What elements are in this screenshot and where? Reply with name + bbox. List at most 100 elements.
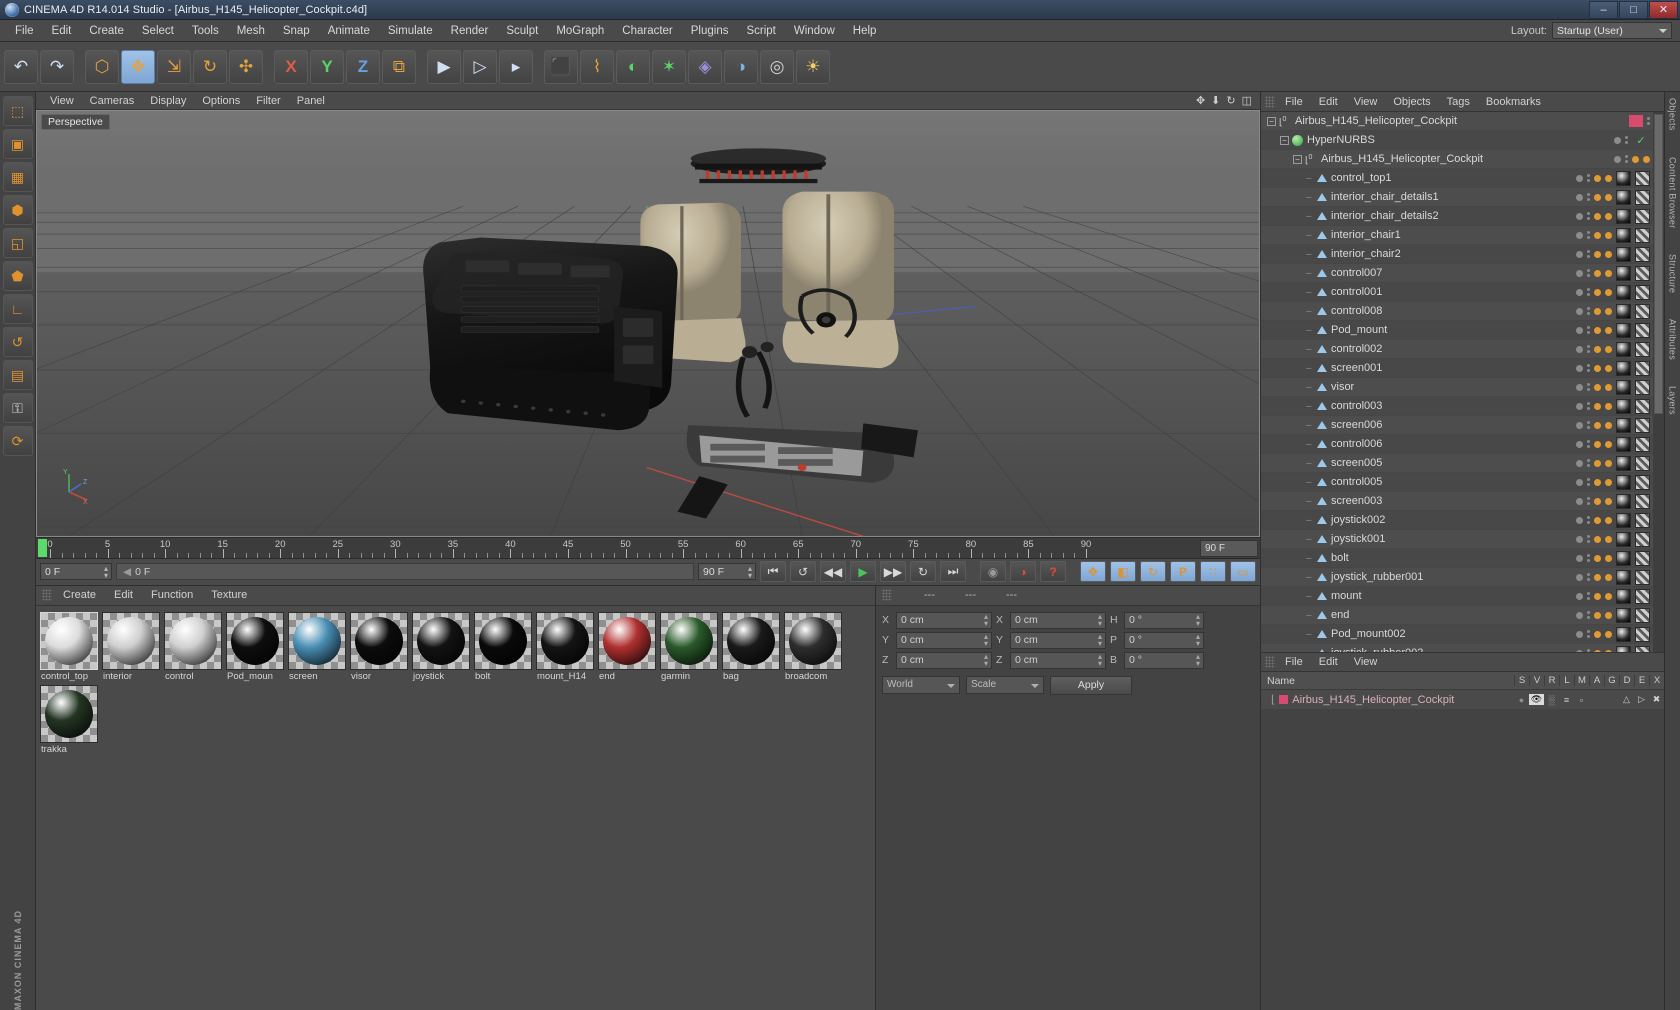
tag-bead-icon[interactable] [1594,383,1601,391]
tag-bead-icon[interactable] [1594,326,1601,334]
record-keyframe-button[interactable]: ◉ [980,561,1006,582]
object-row[interactable]: – control006 [1261,435,1664,454]
tag-bead-icon[interactable] [1605,288,1612,296]
material-preview-swatch[interactable] [288,611,346,670]
editor-render-dots-icon[interactable] [1587,497,1590,505]
column-header-x[interactable]: X [1649,675,1664,686]
autokey-button[interactable]: ◑ [1010,561,1036,582]
material-preview-swatch[interactable] [40,684,98,743]
tag-bead-icon[interactable] [1605,440,1612,448]
material-tag-icon[interactable] [1616,512,1631,528]
material-cell[interactable]: visor [350,611,410,683]
render-view-button[interactable]: ▶ [427,49,461,84]
tag-bead-icon[interactable] [1594,269,1601,277]
uvw-tag-icon[interactable] [1635,588,1650,604]
coord-system-dropdown[interactable]: World [882,675,960,694]
editor-render-dots-icon[interactable] [1587,573,1590,581]
add-environment-button[interactable]: ◑ [724,49,758,84]
add-light-button[interactable]: ☀ [796,49,830,84]
editor-render-dots-icon[interactable] [1587,421,1590,429]
add-camera-button[interactable]: ◎ [760,49,794,84]
coord-field-size-y[interactable]: 0 cm ▴ ▾ [1010,631,1106,649]
object-row[interactable]: – screen005 [1261,454,1664,473]
editor-render-dots-icon[interactable] [1587,554,1590,562]
editor-render-dots-icon[interactable] [1587,307,1590,315]
col-d-cell[interactable]: △ [1619,694,1634,705]
tag-bead-icon[interactable] [1594,174,1601,182]
tool-texture-mode[interactable]: ▦ [2,162,33,192]
material-preview-swatch[interactable] [412,611,470,670]
material-cell[interactable]: end [598,611,658,683]
material-tag-icon[interactable] [1616,398,1631,414]
panel-grip-icon[interactable] [882,589,892,601]
material-tag-icon[interactable] [1616,246,1631,262]
timeline-ruler[interactable]: 0 5 10 15 20 25 30 35 40 45 50 55 60 65 70 75 80 85 90 90 … [36,536,1260,559]
tag-bead-icon[interactable] [1594,250,1601,258]
menu-item-help[interactable]: Help [844,23,886,39]
visibility-dot-icon[interactable] [1576,212,1583,220]
uvw-tag-icon[interactable] [1635,208,1650,224]
visibility-dot-icon[interactable] [1614,155,1621,163]
object-row[interactable]: − ⌊0 Airbus_H145_Helicopter_Cockpit [1261,112,1664,131]
visibility-dot-icon[interactable] [1576,497,1583,505]
object-row[interactable]: – control001 [1261,283,1664,302]
material-tag-icon[interactable] [1616,607,1631,623]
visibility-dot-icon[interactable] [1576,193,1583,201]
tag-bead-icon[interactable] [1594,478,1601,486]
material-tag-icon[interactable] [1616,341,1631,357]
material-preview-swatch[interactable] [164,611,222,670]
material-cell[interactable]: garmin [660,611,720,683]
maximize-button[interactable]: □ [1619,0,1648,19]
go-to-end-button[interactable]: ⏭ [940,561,966,582]
uvw-tag-icon[interactable] [1635,436,1650,452]
visibility-dot-icon[interactable] [1576,269,1583,277]
tag-bead-icon[interactable] [1594,535,1601,543]
uvw-tag-icon[interactable] [1635,645,1650,652]
play-backwards-button[interactable]: ↺ [790,561,816,582]
menu-item-plugins[interactable]: Plugins [682,23,738,39]
tag-bead-icon[interactable] [1605,307,1612,315]
structure-row[interactable]: ⌊ Airbus_H145_Helicopter_Cockpit ● 👁 ░ ≡… [1261,690,1664,709]
object-row[interactable]: – interior_chair_details2 [1261,207,1664,226]
menu-item-file[interactable]: File [6,23,43,39]
uvw-tag-icon[interactable] [1635,607,1650,623]
editor-render-dots-icon[interactable] [1587,402,1590,410]
tag-bead-icon[interactable] [1605,269,1612,277]
coord-field-position-z[interactable]: 0 cm ▴ ▾ [896,651,992,669]
editor-render-dots-icon[interactable] [1587,611,1590,619]
visibility-dot-icon[interactable] [1576,573,1583,581]
material-cell[interactable]: control_top [40,611,100,683]
tag-bead-icon[interactable] [1605,231,1612,239]
rotate-tool-button[interactable]: ↻ [193,49,227,84]
visibility-dot-icon[interactable] [1576,554,1583,562]
tool-model-mode[interactable]: ▣ [2,129,33,159]
current-frame-marker[interactable] [38,538,47,557]
object-row[interactable]: – control005 [1261,473,1664,492]
tool-viewport-solo[interactable]: ▤ [2,360,33,390]
uvw-tag-icon[interactable] [1635,341,1650,357]
material-cell[interactable]: bolt [474,611,534,683]
material-tag-icon[interactable] [1616,474,1631,490]
object-row[interactable]: – control002 [1261,340,1664,359]
object-row[interactable]: – screen001 [1261,359,1664,378]
tag-bead-icon[interactable] [1605,497,1612,505]
move-view-icon[interactable]: ✥ [1196,94,1205,107]
material-preview-swatch[interactable] [102,611,160,670]
object-color-chip[interactable] [1629,115,1643,127]
coord-field-size-x[interactable]: 0 cm ▴ ▾ [1010,611,1106,629]
material-tag-icon[interactable] [1616,170,1631,186]
visibility-dot-icon[interactable] [1576,592,1583,600]
material-tag-icon[interactable] [1616,436,1631,452]
visibility-dot-icon[interactable] [1576,459,1583,467]
object-row[interactable]: – joystick002 [1261,511,1664,530]
coord-field-size-z[interactable]: 0 cm ▴ ▾ [1010,651,1106,669]
axis-x-button[interactable]: X [274,49,308,84]
editor-render-dots-icon[interactable] [1587,231,1590,239]
redo-button[interactable]: ↷ [40,49,74,84]
tag-bead-icon[interactable] [1594,307,1601,315]
tag-bead-icon[interactable] [1605,478,1612,486]
expand-collapse-icon[interactable]: − [1267,116,1276,126]
visibility-dot-icon[interactable] [1576,326,1583,334]
tag-bead-icon[interactable] [1594,193,1601,201]
material-preview-swatch[interactable] [536,611,594,670]
